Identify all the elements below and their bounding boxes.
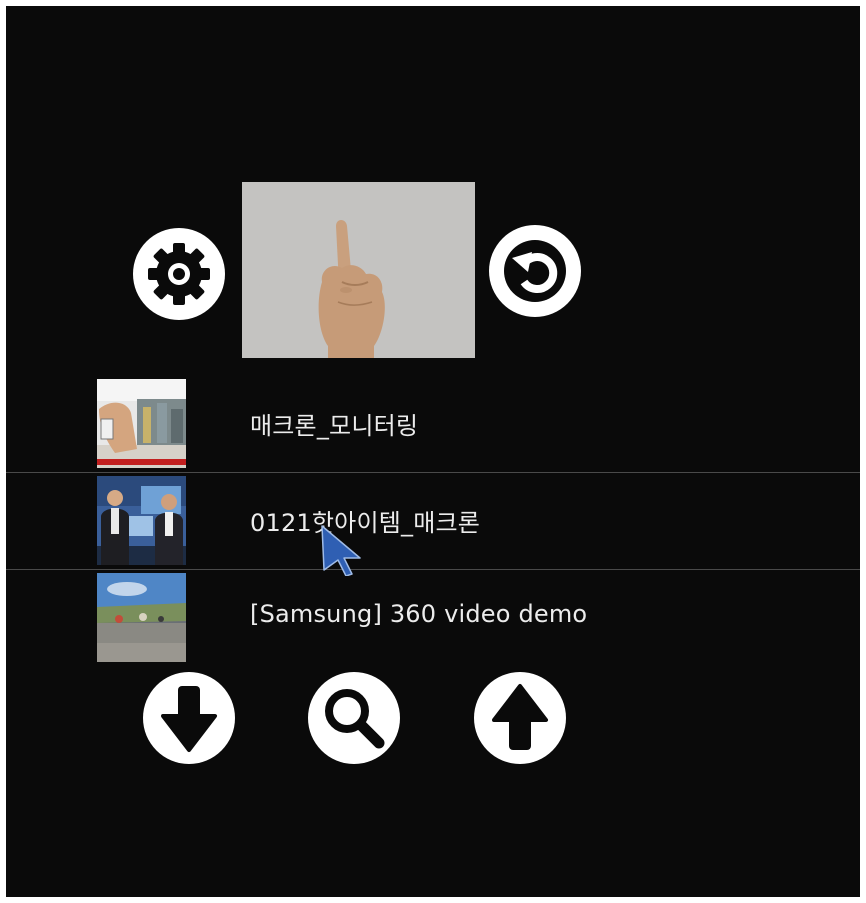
list-item[interactable]: 매크론_모니터링 <box>6 376 860 473</box>
search-icon <box>325 689 385 749</box>
video-title: [Samsung] 360 video demo <box>250 600 588 628</box>
gear-icon <box>148 243 210 305</box>
arrow-down-icon <box>161 686 217 752</box>
hand-pointing-image <box>242 182 475 358</box>
undo-arrow-icon <box>504 240 566 302</box>
app-screen: 매크론_모니터링 0121핫아이템_매크론 [Samsung] 360 vide… <box>6 6 860 897</box>
video-title: 매크론_모니터링 <box>250 412 419 440</box>
video-list: 매크론_모니터링 0121핫아이템_매크론 [Samsung] 360 vide… <box>6 376 860 667</box>
scroll-up-button[interactable] <box>474 672 566 764</box>
search-button[interactable] <box>308 672 400 764</box>
pointer-cursor-icon <box>321 525 361 576</box>
arrow-up-icon <box>492 684 548 750</box>
settings-button[interactable] <box>133 228 225 320</box>
video-thumbnail <box>97 379 186 468</box>
video-thumbnail <box>97 476 186 565</box>
list-item[interactable]: [Samsung] 360 video demo <box>6 570 860 667</box>
video-thumbnail <box>97 573 186 662</box>
camera-preview <box>242 182 475 358</box>
list-item[interactable]: 0121핫아이템_매크론 <box>6 473 860 570</box>
video-title: 0121핫아이템_매크론 <box>250 509 481 537</box>
undo-button[interactable] <box>489 225 581 317</box>
scroll-down-button[interactable] <box>143 672 235 764</box>
